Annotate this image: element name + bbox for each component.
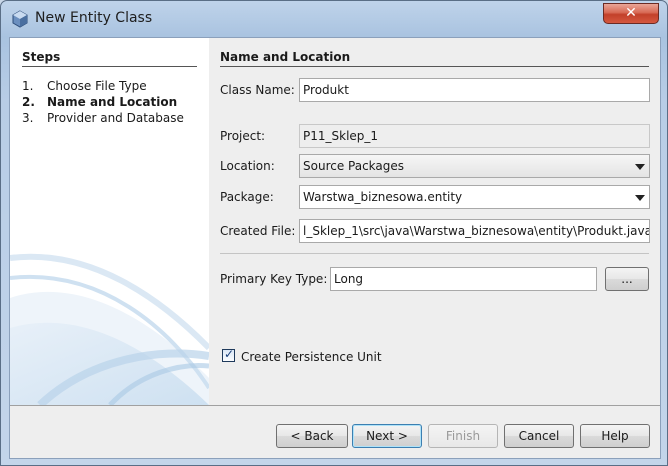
cube-icon <box>12 10 28 28</box>
primary-key-type-label: Primary Key Type: <box>220 272 328 286</box>
title-bar[interactable]: New Entity Class ✕ <box>1 1 667 37</box>
panel-heading: Name and Location <box>220 50 351 64</box>
back-button[interactable]: < Back <box>276 424 348 448</box>
package-combobox[interactable]: Warstwa_biznesowa.entity <box>299 185 650 209</box>
location-dropdown[interactable]: Source Packages <box>299 154 650 178</box>
created-file-field[interactable]: l_Sklep_1\src\java\Warstwa_biznesowa\ent… <box>299 219 650 243</box>
finish-button[interactable]: Finish <box>428 424 498 448</box>
class-name-label: Class Name: <box>220 83 295 97</box>
browse-button[interactable]: ... <box>605 267 649 291</box>
location-value: Source Packages <box>303 159 405 173</box>
step-number: 2. <box>22 95 35 109</box>
project-label: Project: <box>220 129 266 143</box>
created-file-label: Created File: <box>220 224 296 238</box>
chevron-down-icon <box>635 164 645 170</box>
primary-key-type-input[interactable]: Long <box>330 267 597 291</box>
cancel-button[interactable]: Cancel <box>504 424 574 448</box>
step-choose-file-type: 1. Choose File Type <box>22 79 147 93</box>
class-name-input[interactable]: Produkt <box>299 78 650 102</box>
step-label: Name and Location <box>47 95 178 109</box>
close-button[interactable]: ✕ <box>603 3 659 24</box>
help-button[interactable]: Help <box>580 424 650 448</box>
step-label: Provider and Database <box>47 111 184 125</box>
name-location-panel: Name and Location Class Name: Produkt Pr… <box>209 38 660 405</box>
step-name-and-location: 2. Name and Location <box>22 95 177 109</box>
decorative-swoosh-graphic <box>10 253 209 405</box>
panel-divider <box>220 66 649 67</box>
create-persistence-unit-checkbox[interactable]: ✓ <box>222 347 235 362</box>
project-field: P11_Sklep_1 <box>299 124 650 148</box>
create-persistence-unit-label[interactable]: Create Persistence Unit <box>241 350 382 364</box>
button-bar-divider <box>10 405 660 406</box>
dialog-client: Steps 1. Choose File Type 2. Name and Loca… <box>9 37 661 459</box>
steps-divider <box>22 66 197 67</box>
location-label: Location: <box>220 159 275 173</box>
steps-panel: Steps 1. Choose File Type 2. Name and Loca… <box>10 38 209 405</box>
close-icon: ✕ <box>625 5 637 21</box>
checkmark-icon: ✓ <box>224 347 235 361</box>
step-provider-and-database: 3. Provider and Database <box>22 111 184 125</box>
step-label: Choose File Type <box>47 79 147 93</box>
dialog-window: New Entity Class ✕ Steps 1. Choose File T… <box>0 0 668 466</box>
section-separator <box>220 253 649 254</box>
package-label: Package: <box>220 190 274 204</box>
package-value: Warstwa_biznesowa.entity <box>303 190 463 204</box>
chevron-down-icon <box>635 195 645 201</box>
step-number: 3. <box>22 111 34 125</box>
window-title: New Entity Class <box>35 10 153 26</box>
step-number: 1. <box>22 79 34 93</box>
next-button[interactable]: Next > <box>352 424 422 448</box>
steps-heading: Steps <box>22 50 61 64</box>
